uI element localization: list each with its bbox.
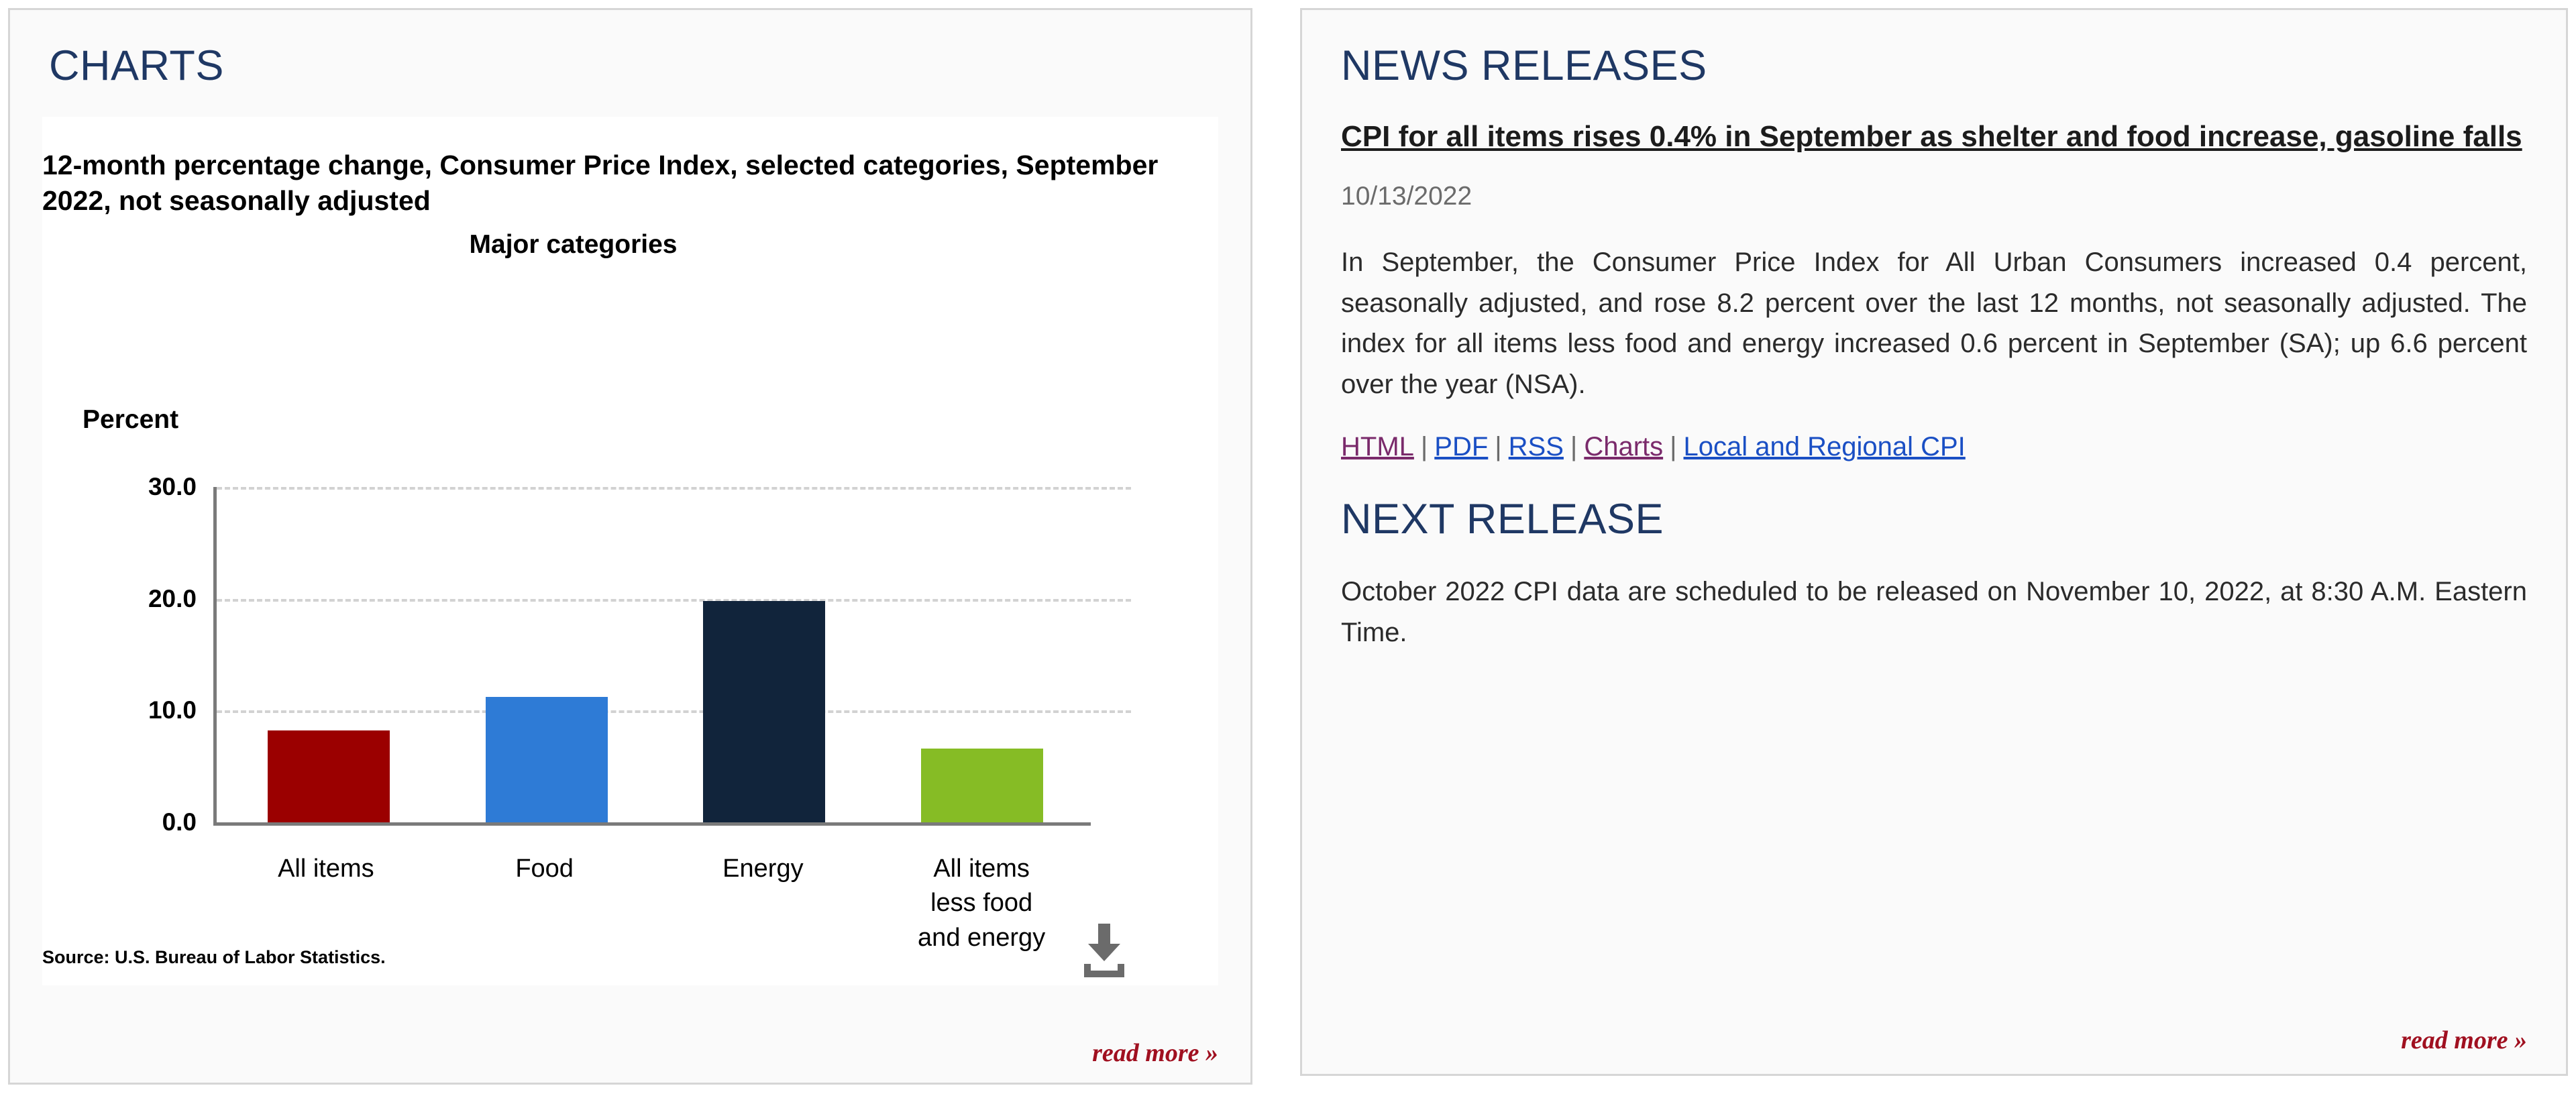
news-date: 10/13/2022 <box>1341 181 1472 211</box>
news-link-local-and-regional-cpi[interactable]: Local and Regional CPI <box>1684 432 1966 461</box>
news-link-charts[interactable]: Charts <box>1584 432 1663 461</box>
chart-container: 12-month percentage change, Consumer Pri… <box>42 117 1218 985</box>
link-separator: | <box>1670 431 1677 461</box>
plot-area <box>213 487 1131 826</box>
y-axis-ticks: 0.0 10.0 20.0 30.0 <box>42 473 197 836</box>
next-release-header: NEXT RELEASE <box>1341 495 1664 543</box>
news-link-rss[interactable]: RSS <box>1509 432 1564 461</box>
x-axis-labels: All items Food Energy All items less food and… <box>217 840 1091 955</box>
news-link-html[interactable]: HTML <box>1341 432 1414 461</box>
download-icon[interactable] <box>1076 922 1132 980</box>
bar-cell <box>655 487 873 822</box>
y-axis-tick-label: 30.0 <box>148 473 197 500</box>
x-axis-tick-label: Food <box>515 855 574 883</box>
y-axis-unit-label: Percent <box>83 405 179 434</box>
news-panel-body: CPI for all items rises 0.4% in Septembe… <box>1302 117 2566 1074</box>
bar-cell <box>873 487 1091 822</box>
news-summary-paragraph: In September, the Consumer Price Index f… <box>1341 247 2527 400</box>
link-separator: | <box>1570 431 1578 461</box>
news-link-pdf[interactable]: PDF <box>1434 432 1488 461</box>
x-axis-tick-label: All items <box>278 855 374 883</box>
bar-cell <box>438 487 656 822</box>
y-axis-tick-label: 20.0 <box>148 584 197 612</box>
dashboard-page: CHARTS 12-month percentage change, Consu… <box>0 0 2576 1094</box>
chart-plot: 0.0 10.0 20.0 30.0 All items Food Energy All i… <box>42 472 1218 952</box>
charts-read-more-link[interactable]: read more » <box>1092 1038 1218 1068</box>
bar[interactable] <box>268 730 390 822</box>
news-format-links: HTML | PDF | RSS | Charts | Local and Regional C… <box>1341 432 2527 462</box>
next-release-text: October 2022 CPI data are scheduled to b… <box>1341 576 2527 647</box>
bar[interactable] <box>703 601 826 822</box>
bar[interactable] <box>485 697 608 822</box>
link-separator: | <box>1420 431 1428 461</box>
news-read-more-link[interactable]: read more » <box>2401 1026 2527 1055</box>
charts-panel: CHARTS 12-month percentage change, Consu… <box>8 8 1252 1085</box>
charts-panel-header: CHARTS <box>49 42 224 89</box>
y-axis-tick-label: 0.0 <box>162 808 197 836</box>
link-separator: | <box>1495 431 1502 461</box>
news-headline-link[interactable]: CPI for all items rises 0.4% in Septembe… <box>1341 117 2527 158</box>
x-axis-tick-label: All items less food and energy <box>918 855 1046 952</box>
bar[interactable] <box>920 749 1043 822</box>
chart-source-note: Source: U.S. Bureau of Labor Statistics. <box>42 947 386 967</box>
y-axis-tick-label: 10.0 <box>148 696 197 724</box>
x-axis-tick-label: Energy <box>722 855 804 883</box>
chart-subtitle: Major categories <box>469 229 678 259</box>
news-panel-header: NEWS RELEASES <box>1341 42 1707 89</box>
charts-panel-footer: read more » <box>10 985 1250 1083</box>
bar-series <box>220 487 1091 822</box>
chart-title: 12-month percentage change, Consumer Pri… <box>42 150 1159 217</box>
news-releases-panel: NEWS RELEASES CPI for all items rises 0.… <box>1300 8 2568 1076</box>
bar-cell <box>220 487 438 822</box>
